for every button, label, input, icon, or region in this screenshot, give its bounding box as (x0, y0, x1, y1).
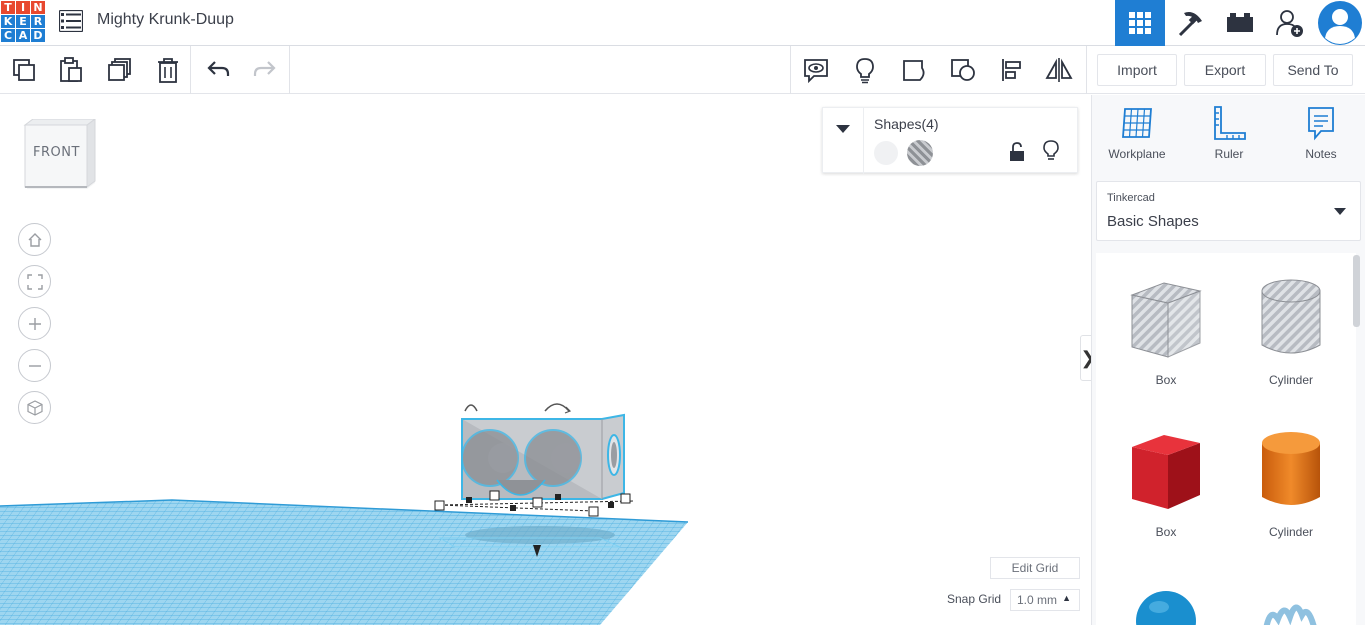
library-provider: Tinkercad (1107, 192, 1155, 204)
workplane-icon (1122, 108, 1152, 138)
pickaxe-icon[interactable] (1165, 0, 1215, 46)
workplane-scene[interactable] (0, 95, 1091, 625)
shape-sphere[interactable] (1111, 583, 1221, 625)
unlock-icon[interactable] (1009, 142, 1025, 167)
notes-tool[interactable]: Notes (1286, 105, 1356, 167)
fit-icon[interactable] (18, 265, 51, 298)
workplane-label: Workplane (1108, 147, 1166, 161)
ruler-tool[interactable]: Ruler (1194, 105, 1264, 167)
workplane-grid (0, 500, 688, 625)
view-cube[interactable]: FRONT (23, 118, 99, 191)
align-icon[interactable] (996, 54, 1028, 86)
shape-label: Cylinder (1268, 525, 1313, 539)
box-solid-icon (1132, 435, 1200, 509)
snap-grid-select[interactable]: 1.0 mm ▲ (1010, 589, 1080, 611)
ungroup-icon[interactable] (947, 54, 979, 86)
logo-letter: T (1, 1, 15, 14)
view-cube-front-label: FRONT (33, 145, 80, 160)
sphere-icon (1136, 591, 1196, 625)
box-hole-icon (1130, 282, 1202, 358)
note-icon[interactable] (800, 54, 832, 86)
delete-icon[interactable] (152, 54, 184, 86)
chevron-down-icon (1334, 208, 1346, 215)
ruler-label: Ruler (1214, 147, 1244, 161)
caret-up-icon: ▲ (1062, 593, 1071, 603)
top-header: T I N K E R C A D Mighty Krunk-Duup (0, 0, 1365, 46)
visibility-bulb-icon[interactable] (1043, 140, 1059, 167)
shapes-library-panel: Workplane Ruler Notes Tinkercad Basic Sh… (1091, 95, 1365, 625)
shape-library-select[interactable]: Tinkercad Basic Shapes (1096, 181, 1361, 241)
shape-label: Cylinder (1268, 373, 1313, 387)
zoom-out-icon[interactable] (18, 349, 51, 382)
chevron-down-icon (836, 125, 850, 133)
logo-letter: C (1, 29, 15, 42)
logo-letter: K (1, 15, 15, 28)
snap-grid-value: 1.0 mm (1017, 593, 1058, 607)
mirror-icon[interactable] (1043, 54, 1075, 86)
hole-swatch[interactable] (907, 140, 933, 166)
notes-icon (1308, 107, 1334, 141)
shape-scribble[interactable] (1236, 583, 1346, 625)
cylinder-hole-icon (1261, 279, 1321, 354)
shapes-inspector: Shapes(4) (822, 107, 1078, 174)
ruler-icon (1214, 106, 1246, 140)
import-button[interactable]: Import (1097, 54, 1177, 86)
logo-letter: A (16, 29, 30, 42)
edit-grid-button[interactable]: Edit Grid (990, 557, 1080, 579)
library-name: Basic Shapes (1107, 213, 1199, 230)
cylinder-solid-icon (1262, 432, 1320, 505)
grid-view-icon[interactable] (1115, 0, 1165, 46)
chevron-right-icon: ❯ (1080, 348, 1091, 369)
bricks-icon[interactable] (1215, 0, 1265, 46)
shape-cylinder-hole[interactable]: Cylinder (1236, 277, 1346, 407)
solid-color-swatch[interactable] (874, 141, 898, 165)
workplane-tool[interactable]: Workplane (1102, 105, 1172, 167)
user-avatar-icon[interactable] (1315, 0, 1365, 46)
group-icon[interactable] (898, 54, 930, 86)
redo-icon[interactable] (249, 54, 281, 86)
add-user-icon[interactable] (1265, 0, 1315, 46)
shapes-count-title: Shapes(4) (874, 116, 939, 132)
undo-icon[interactable] (202, 54, 234, 86)
view-cube-icon[interactable] (18, 391, 51, 424)
scribble-icon (1263, 604, 1317, 625)
logo-letter: D (31, 29, 45, 42)
logo-letter: R (31, 15, 45, 28)
document-title[interactable]: Mighty Krunk-Duup (97, 11, 234, 29)
tinkercad-editor: T I N K E R C A D Mighty Krunk-Duup Impo… (0, 0, 1365, 625)
logo-letter: E (16, 15, 30, 28)
design-list-icon[interactable] (58, 9, 84, 33)
header-actions (1115, 0, 1365, 46)
shape-label: Box (1155, 525, 1177, 539)
zoom-in-icon[interactable] (18, 307, 51, 340)
copy-icon[interactable] (8, 54, 40, 86)
panel-collapse-tab[interactable]: ❯ (1080, 335, 1091, 381)
collapse-inspector-button[interactable] (823, 108, 864, 174)
send-to-button[interactable]: Send To (1273, 54, 1353, 86)
notes-label: Notes (1305, 147, 1337, 161)
logo-letter: N (31, 1, 45, 14)
shape-cylinder-solid[interactable]: Cylinder (1236, 429, 1346, 559)
shape-label: Box (1155, 373, 1177, 387)
shape-box-hole[interactable]: Box (1111, 277, 1221, 407)
export-button[interactable]: Export (1184, 54, 1266, 86)
library-scrollbar[interactable] (1353, 255, 1360, 327)
duplicate-icon[interactable] (104, 54, 136, 86)
tinkercad-logo[interactable]: T I N K E R C A D (1, 1, 45, 43)
shapes-grid: Box Cylinder Box Cylinder (1096, 253, 1356, 625)
bulb-icon[interactable] (849, 54, 881, 86)
paste-icon[interactable] (55, 54, 87, 86)
edit-toolbar: Import Export Send To (0, 46, 1365, 94)
shape-box-solid[interactable]: Box (1111, 429, 1221, 559)
home-icon[interactable] (18, 223, 51, 256)
logo-letter: I (16, 1, 30, 14)
snap-grid-label: Snap Grid (947, 592, 1002, 606)
3d-viewport[interactable]: FRONT Shapes(4) Edit Grid Snap Grid 1.0 … (0, 95, 1091, 625)
